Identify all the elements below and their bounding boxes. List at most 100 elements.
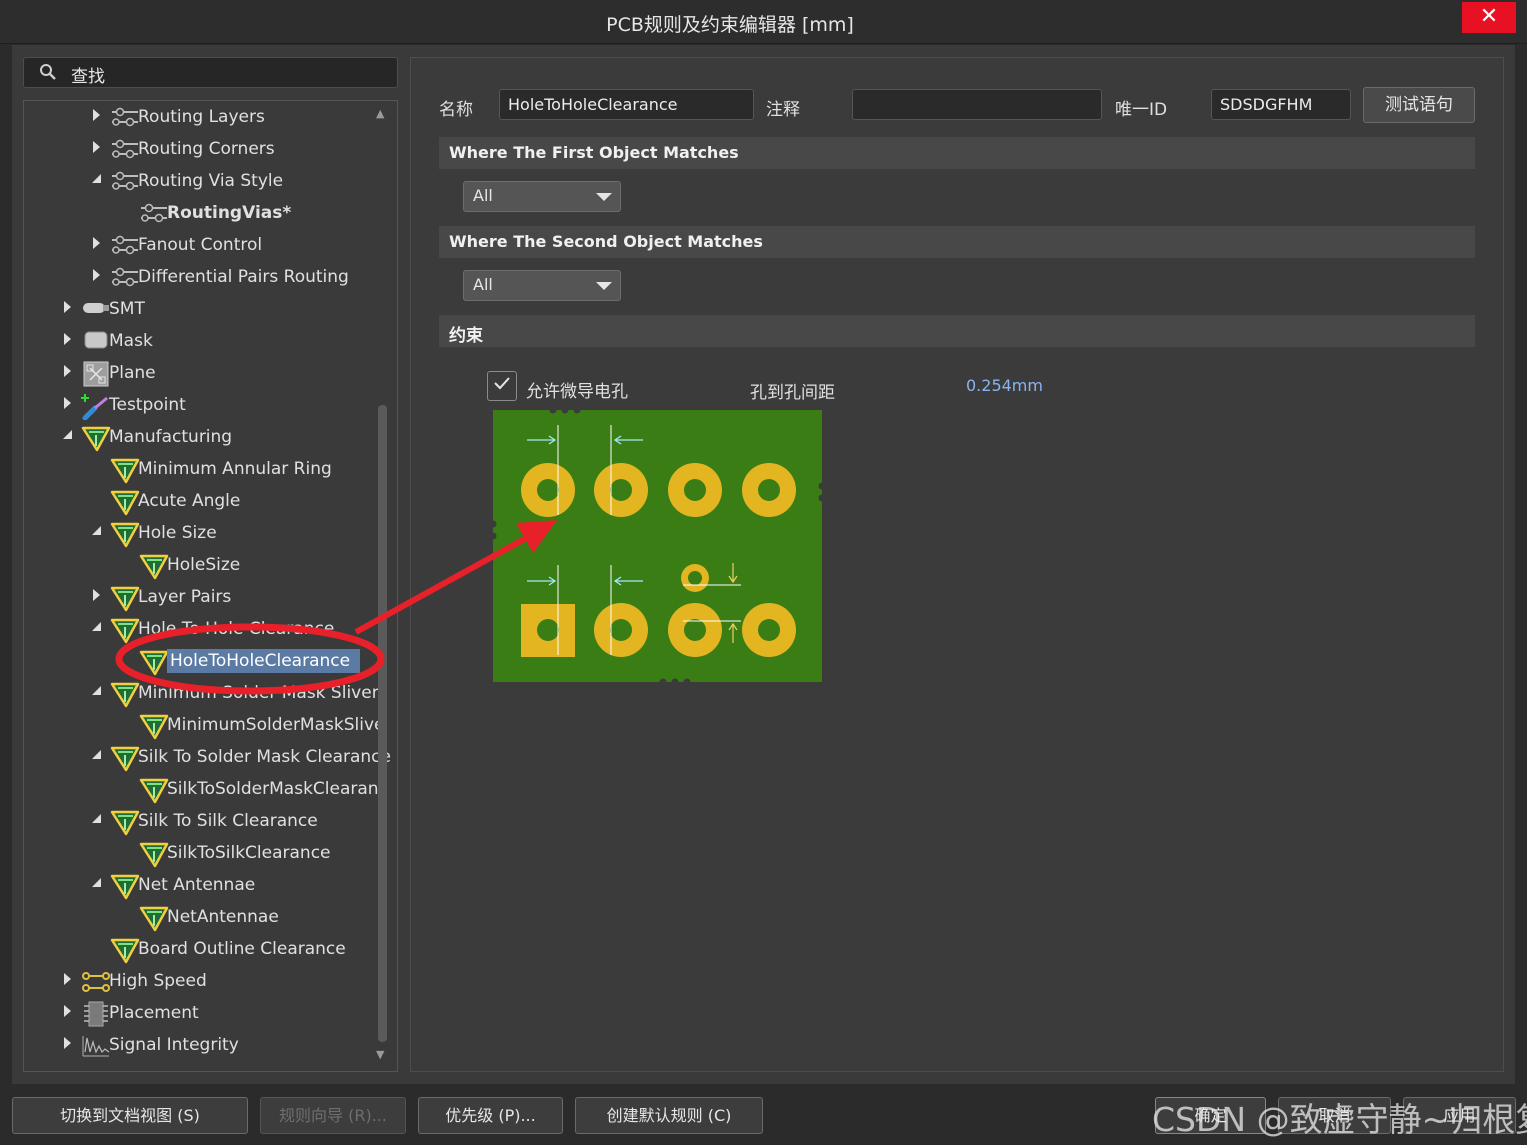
allow-micro-via-checkbox[interactable] (487, 371, 517, 401)
comment-label: 注释 (766, 100, 800, 120)
tree-item[interactable]: Minimum Annular Ring (24, 455, 379, 485)
tree-item[interactable]: SMT (24, 295, 379, 325)
tree-item-label: Mask (109, 331, 153, 351)
tree-item[interactable]: Mask (24, 327, 379, 357)
check-icon (494, 377, 510, 390)
collapsed-arrow-icon[interactable] (59, 1036, 75, 1054)
tree-item[interactable]: SilkToSolderMaskClearanc (24, 775, 388, 805)
uid-label: 唯一ID (1115, 100, 1168, 120)
expanded-arrow-icon[interactable] (88, 524, 104, 542)
tree-item[interactable]: NetAntennae (24, 903, 379, 933)
manufacturing-icon (139, 904, 169, 932)
collapsed-arrow-icon[interactable] (88, 140, 104, 158)
tree-item[interactable]: SilkToSilkClearance (24, 839, 379, 869)
tree-item[interactable]: RoutingVias* (24, 199, 379, 229)
tree-item[interactable]: Routing Layers (24, 103, 379, 133)
tree-item-label: Silk To Solder Mask Clearance (138, 747, 391, 767)
expanded-arrow-icon[interactable] (88, 748, 104, 766)
tree-item-label: Minimum Annular Ring (138, 459, 332, 479)
tree-item-label: Plane (109, 363, 156, 383)
expanded-arrow-icon[interactable] (88, 172, 104, 190)
collapsed-arrow-icon[interactable] (88, 588, 104, 606)
tree-item[interactable]: Board Outline Clearance (24, 935, 379, 965)
collapsed-arrow-icon[interactable] (59, 300, 75, 318)
expanded-arrow-icon[interactable] (59, 428, 75, 446)
first-match-select[interactable]: All (463, 181, 621, 212)
first-match-header: Where The First Object Matches (439, 137, 1475, 169)
scrollbar-thumb[interactable] (378, 405, 387, 1042)
collapsed-arrow-icon[interactable] (59, 1004, 75, 1022)
tree-item-label: Routing Via Style (138, 171, 284, 191)
tree-item-label: SilkToSilkClearance (167, 843, 331, 863)
allow-micro-via-label: 允许微导电孔 (526, 382, 628, 402)
rule-wizard-button[interactable]: 规则向导 (R)... (260, 1097, 406, 1134)
test-query-button[interactable]: 测试语句 (1363, 87, 1475, 123)
switch-document-view-button[interactable]: 切换到文档视图 (S) (12, 1097, 248, 1134)
annotation-overlay (115, 520, 557, 695)
tree-item[interactable]: Net Antennae (24, 871, 379, 901)
manufacturing-icon (139, 840, 169, 868)
tree-item-label: Net Antennae (138, 875, 256, 895)
tree-item[interactable]: High Speed (24, 967, 379, 997)
tree-item[interactable]: Routing Via Style (24, 167, 379, 197)
collapsed-arrow-icon[interactable] (59, 396, 75, 414)
scroll-down-arrow[interactable]: ▼ (376, 1048, 384, 1061)
second-match-value: All (473, 275, 493, 294)
apply-button[interactable]: 应用 (1403, 1097, 1516, 1134)
comment-field[interactable] (852, 89, 1102, 120)
second-match-select[interactable]: All (463, 270, 621, 301)
collapsed-arrow-icon[interactable] (88, 108, 104, 126)
testpoint-icon (81, 392, 111, 421)
tree-item[interactable]: Silk To Silk Clearance (24, 807, 379, 837)
highlight-ellipse (115, 623, 385, 695)
tree-item-label: Differential Pairs Routing (138, 267, 349, 287)
tree-item[interactable]: Signal Integrity (24, 1031, 379, 1061)
manufacturing-icon (139, 776, 169, 804)
close-button[interactable]: ✕ (1462, 2, 1516, 33)
routing-icon (110, 264, 140, 292)
priority-button[interactable]: 优先级 (P)... (418, 1097, 563, 1134)
tree-item[interactable]: Testpoint (24, 391, 379, 421)
tree-item[interactable]: Silk To Solder Mask Clearance (24, 743, 391, 773)
smt-icon (81, 296, 111, 324)
search-placeholder: 查找 (71, 67, 105, 87)
ok-button[interactable]: 确定 (1155, 1097, 1266, 1134)
manufacturing-icon (110, 456, 140, 484)
expanded-arrow-icon[interactable] (88, 812, 104, 830)
second-match-header: Where The Second Object Matches (439, 226, 1475, 258)
manufacturing-icon (110, 936, 140, 964)
manufacturing-icon (110, 808, 140, 836)
scroll-up-arrow[interactable]: ▲ (376, 107, 384, 120)
collapsed-arrow-icon[interactable] (88, 268, 104, 286)
tree-item[interactable]: Placement (24, 999, 379, 1029)
name-field[interactable] (499, 89, 754, 120)
uid-field[interactable] (1211, 89, 1351, 120)
tree-item[interactable]: Manufacturing (24, 423, 379, 453)
tree-item-label: Manufacturing (109, 427, 233, 447)
collapsed-arrow-icon[interactable] (59, 364, 75, 382)
clearance-value[interactable]: 0.254mm (966, 376, 1043, 395)
tree-item[interactable]: Fanout Control (24, 231, 379, 261)
collapsed-arrow-icon[interactable] (59, 972, 75, 990)
expanded-arrow-icon[interactable] (88, 876, 104, 894)
expanded-arrow-icon[interactable] (88, 684, 104, 702)
tree-item-label: High Speed (109, 971, 207, 991)
expanded-arrow-icon[interactable] (88, 620, 104, 638)
constraints-header: 约束 (439, 315, 1475, 347)
tree-item[interactable]: Routing Corners (24, 135, 379, 165)
tree-item[interactable]: MinimumSolderMaskSlive (24, 711, 384, 741)
tree-item[interactable]: Plane (24, 359, 379, 389)
tree-item-label: Board Outline Clearance (138, 939, 346, 959)
collapsed-arrow-icon[interactable] (88, 236, 104, 254)
tree-item-label: NetAntennae (167, 907, 279, 927)
manufacturing-icon (139, 712, 169, 740)
tree-item[interactable]: Differential Pairs Routing (24, 263, 379, 293)
cancel-button[interactable]: 取消 (1278, 1097, 1391, 1134)
tree-item-label: Routing Corners (138, 139, 275, 159)
manufacturing-icon (81, 424, 111, 452)
collapsed-arrow-icon[interactable] (59, 332, 75, 350)
create-default-rules-button[interactable]: 创建默认规则 (C) (575, 1097, 763, 1134)
search-input[interactable]: 查找 (23, 57, 398, 88)
tree-item-label: Silk To Silk Clearance (138, 811, 318, 831)
window-title: PCB规则及约束编辑器 [mm] (606, 14, 854, 36)
